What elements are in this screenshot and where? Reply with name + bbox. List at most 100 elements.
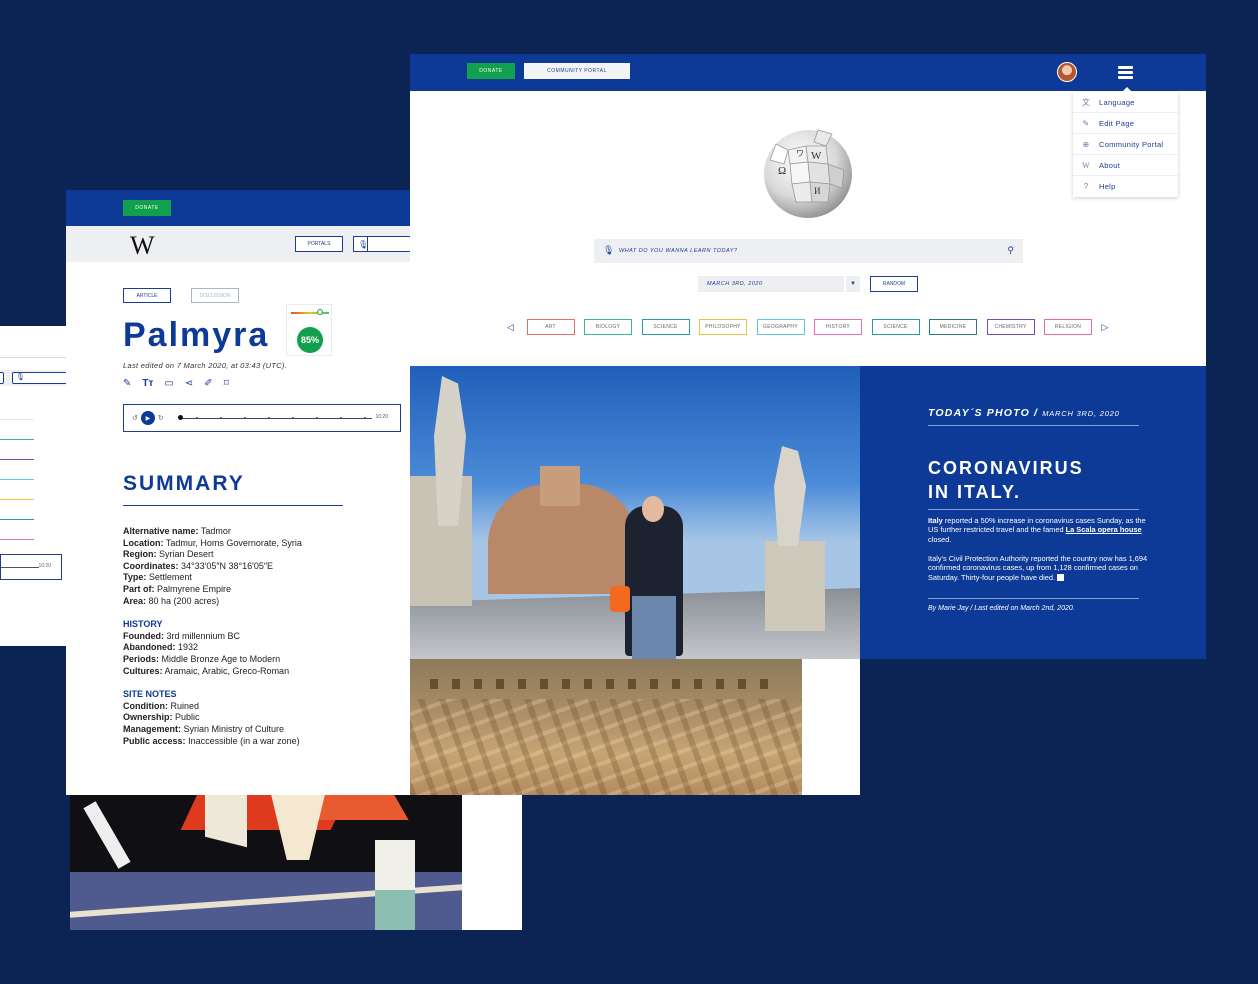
category-science[interactable]: SCIENCE [641, 319, 690, 335]
last-edited-text: Last edited on 7 March 2020, at 03:43 (U… [123, 361, 288, 370]
menu-item-community-portal[interactable]: ⊕ Community Portal [1073, 134, 1178, 155]
chevron-right-icon[interactable]: ▷ [1102, 322, 1112, 333]
divider [123, 505, 343, 506]
divider [928, 509, 1139, 510]
feature-kicker: TODAY´S PHOTO / MARCH 3RD, 2020 [928, 407, 1120, 419]
fact-row: Location: Tadmur, Homs Governorate, Syri… [123, 537, 302, 548]
voice-search-box[interactable]: 🎙 [353, 236, 413, 252]
audio-track[interactable] [180, 417, 372, 419]
category-religion[interactable]: RELIGION [1044, 319, 1092, 335]
menu-item-edit-page[interactable]: ✎ Edit Page [1073, 113, 1178, 134]
svg-text:W: W [811, 150, 822, 162]
fact-row: Public access: Inaccessible (in a war zo… [123, 735, 300, 746]
fact-row: Management: Syrian Ministry of Culture [123, 723, 285, 734]
avatar[interactable] [1057, 62, 1077, 82]
category-carousel: ◁ ART BIOLOGY SCIENCE PHILOSOPHY GEOGRAP… [507, 319, 1112, 335]
globe-icon: ⊕ [1082, 139, 1090, 149]
pencil-icon: ✎ [1082, 118, 1090, 128]
todays-photo-image[interactable] [410, 366, 860, 659]
score-marker [317, 309, 323, 315]
fact-row: Part of: Palmyrene Empire [123, 583, 232, 594]
wikipedia-logo[interactable]: W [130, 231, 155, 261]
audio-player[interactable]: ↺ ▶ ↻ 10:20 [123, 404, 401, 432]
wikipedia-w-icon: W [1082, 160, 1090, 170]
palmyra-ruins-image [410, 659, 802, 795]
article-toolbar: ✎ Tт ▭ ⋖ ✐ ⌑ [123, 378, 229, 389]
wikipedia-globe-logo[interactable]: W Ω ワ И [756, 124, 860, 218]
external-link-icon[interactable] [1057, 574, 1065, 582]
random-button[interactable]: RANDOM [870, 276, 918, 292]
category-science-2[interactable]: SCIENCE [871, 319, 920, 335]
category-geography[interactable]: GEOGRAPHY [756, 319, 805, 335]
pencil-icon[interactable]: ✎ [123, 378, 131, 389]
audio-time: 10:20 [38, 563, 51, 569]
wiki-homepage-card: DONATE COMMUNITY PORTAL 文 Language ✎ Edit … [410, 54, 1206, 659]
quality-score-badge: 85% [297, 327, 323, 353]
portals-button[interactable] [0, 372, 4, 384]
donate-button[interactable]: DONATE [123, 200, 171, 216]
audio-track [1, 567, 39, 568]
search-bar[interactable]: 🎙 WHAT DO YOU WANNA LEARN TODAY? ⚲ [594, 239, 1023, 263]
fact-row: Region: Syrian Desert [123, 549, 214, 560]
divider [928, 598, 1139, 599]
feature-paragraph: Italy's Civil Protection Authority repor… [928, 554, 1148, 582]
fact-row: Area: 80 ha (200 acres) [123, 595, 220, 606]
chevron-left-icon[interactable]: ◁ [507, 322, 517, 333]
highlighter-icon[interactable]: ✐ [204, 378, 212, 389]
donate-button[interactable]: DONATE [467, 63, 515, 79]
history-heading: HISTORY [123, 619, 163, 630]
feature-paragraph: Italy reported a 50% increase in coronav… [928, 516, 1146, 544]
tab-article[interactable]: ARTICLE [123, 288, 171, 303]
fact-row: Periods: Middle Bronze Age to Modern [123, 653, 281, 664]
search-icon[interactable]: ⚲ [1007, 245, 1014, 256]
fact-row: Founded: 3rd millennium BC [123, 630, 241, 641]
search-input[interactable]: WHAT DO YOU WANNA LEARN TODAY? [619, 248, 738, 254]
svg-text:И: И [814, 186, 821, 196]
fact-row: Condition: Ruined [123, 700, 200, 711]
microphone-icon[interactable]: 🎙 [603, 245, 614, 256]
play-icon[interactable]: ▶ [140, 411, 155, 425]
community-portal-button[interactable]: COMMUNITY PORTAL [524, 63, 630, 79]
fact-row: Type: Settlement [123, 572, 192, 583]
date-select[interactable]: MARCH 3RD, 2020 ▼ [698, 276, 860, 292]
todays-photo-panel: TODAY´S PHOTO / MARCH 3RD, 2020 CORONAVIR… [860, 366, 1206, 659]
share-icon[interactable]: ⋖ [185, 378, 193, 389]
summary-heading: SUMMARY [123, 472, 245, 495]
fact-row: Abandoned: 1932 [123, 642, 199, 653]
category-philosophy[interactable]: PHILOSOPHY [699, 319, 747, 335]
portals-button[interactable]: PORTALS [295, 236, 343, 252]
fact-row: Coordinates: 34°33′05″N 38°16′05″E [123, 560, 274, 571]
divider [928, 425, 1139, 426]
forward-icon[interactable]: ↻ [158, 414, 164, 422]
feature-byline: By Marie Jay / Last edited on March 2nd,… [928, 605, 1075, 612]
bookmark-icon[interactable]: ⌑ [224, 378, 229, 389]
text-size-icon[interactable]: Tт [142, 378, 153, 389]
menu-item-language[interactable]: 文 Language [1073, 92, 1178, 113]
document-icon[interactable]: ▭ [164, 378, 173, 389]
category-history[interactable]: HISTORY [814, 319, 862, 335]
menu-item-help[interactable]: ? Help [1073, 176, 1178, 197]
background-article-card: 🎙 10:20 [0, 326, 70, 646]
audio-scrubber[interactable] [178, 415, 183, 420]
site-notes-heading: SITE NOTES [123, 689, 177, 700]
svg-text:Ω: Ω [778, 165, 786, 177]
date-value: MARCH 3RD, 2020 [707, 281, 763, 287]
la-scala-link[interactable]: La Scala opera house [1066, 525, 1142, 534]
category-medicine[interactable]: MEDICINE [929, 319, 977, 335]
hamburger-menu-icon[interactable] [1118, 66, 1133, 79]
audio-time: 10:20 [375, 414, 388, 420]
rewind-icon[interactable]: ↺ [132, 414, 138, 422]
ruins-photo-panel [410, 659, 860, 795]
category-chemistry[interactable]: CHEMISTRY [986, 319, 1035, 335]
audio-player[interactable]: 10:20 [0, 554, 62, 580]
tab-discussion[interactable]: DISCUSSION [191, 288, 239, 303]
translate-icon: 文 [1081, 97, 1091, 107]
voice-search-box[interactable]: 🎙 [12, 372, 70, 384]
microphone-icon: 🎙 [16, 374, 25, 381]
score-scale [291, 312, 329, 314]
category-biology[interactable]: BIOLOGY [584, 319, 632, 335]
chevron-down-icon[interactable]: ▼ [844, 276, 860, 292]
category-art[interactable]: ART [526, 319, 575, 335]
article-tabs: ARTICLE DISCUSSION [123, 288, 239, 303]
menu-item-about[interactable]: W About [1073, 155, 1178, 176]
